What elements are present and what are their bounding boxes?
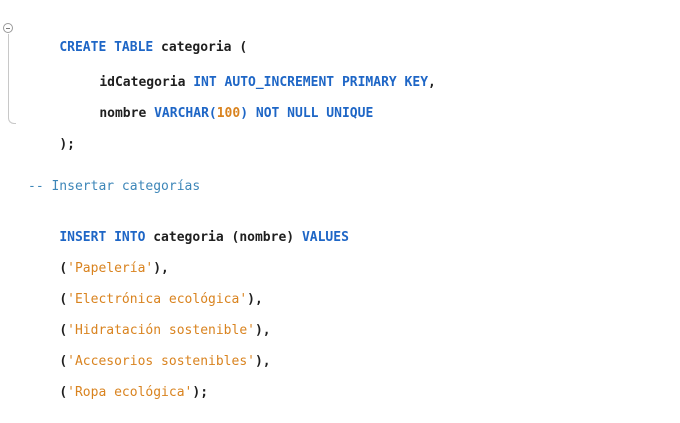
identifier-nombre-column: nombre	[99, 106, 155, 121]
string-value: 'Ropa ecológica'	[67, 385, 193, 400]
code-line-value-row[interactable]: ('Papelería'),	[28, 239, 169, 276]
keyword-constraints: ) NOT NULL UNIQUE	[240, 106, 374, 121]
punctuation-close: );	[59, 137, 75, 152]
punctuation-close: );	[192, 385, 209, 400]
code-line-value-row[interactable]: ('Accesorios sostenibles'),	[28, 332, 270, 369]
punctuation-open: (	[59, 385, 68, 400]
fold-collapse-icon[interactable]	[3, 23, 13, 33]
code-line-value-row[interactable]: ('Ropa ecológica');	[28, 363, 208, 400]
punctuation-close: ),	[254, 354, 271, 369]
code-line-comment[interactable]: -- Insertar categorías	[28, 177, 200, 197]
code-line-insert[interactable]: INSERT INTO categoria (nombre) VALUES	[28, 208, 349, 245]
fold-gutter	[0, 0, 20, 140]
number-length: 100	[216, 106, 241, 121]
code-line-nombre-column[interactable]: nombre VARCHAR(100) NOT NULL UNIQUE	[68, 84, 373, 121]
code-editor[interactable]: CREATE TABLE categoria ( idCategoria INT…	[0, 0, 680, 402]
punctuation-comma: ,	[428, 75, 436, 90]
fold-guide-line	[8, 34, 9, 116]
code-line-value-row[interactable]: ('Electrónica ecológica'),	[28, 270, 263, 307]
keyword-varchar: VARCHAR(	[154, 106, 217, 121]
code-line-create-table[interactable]: CREATE TABLE categoria (	[28, 18, 247, 55]
keyword-values: VALUES	[301, 230, 349, 245]
code-line-id-column[interactable]: idCategoria INT AUTO_INCREMENT PRIMARY K…	[68, 53, 436, 90]
code-line-close-create[interactable]: );	[28, 115, 75, 152]
fold-guide-end	[8, 116, 16, 124]
code-line-value-row[interactable]: ('Hidratación sostenible'),	[28, 301, 270, 338]
